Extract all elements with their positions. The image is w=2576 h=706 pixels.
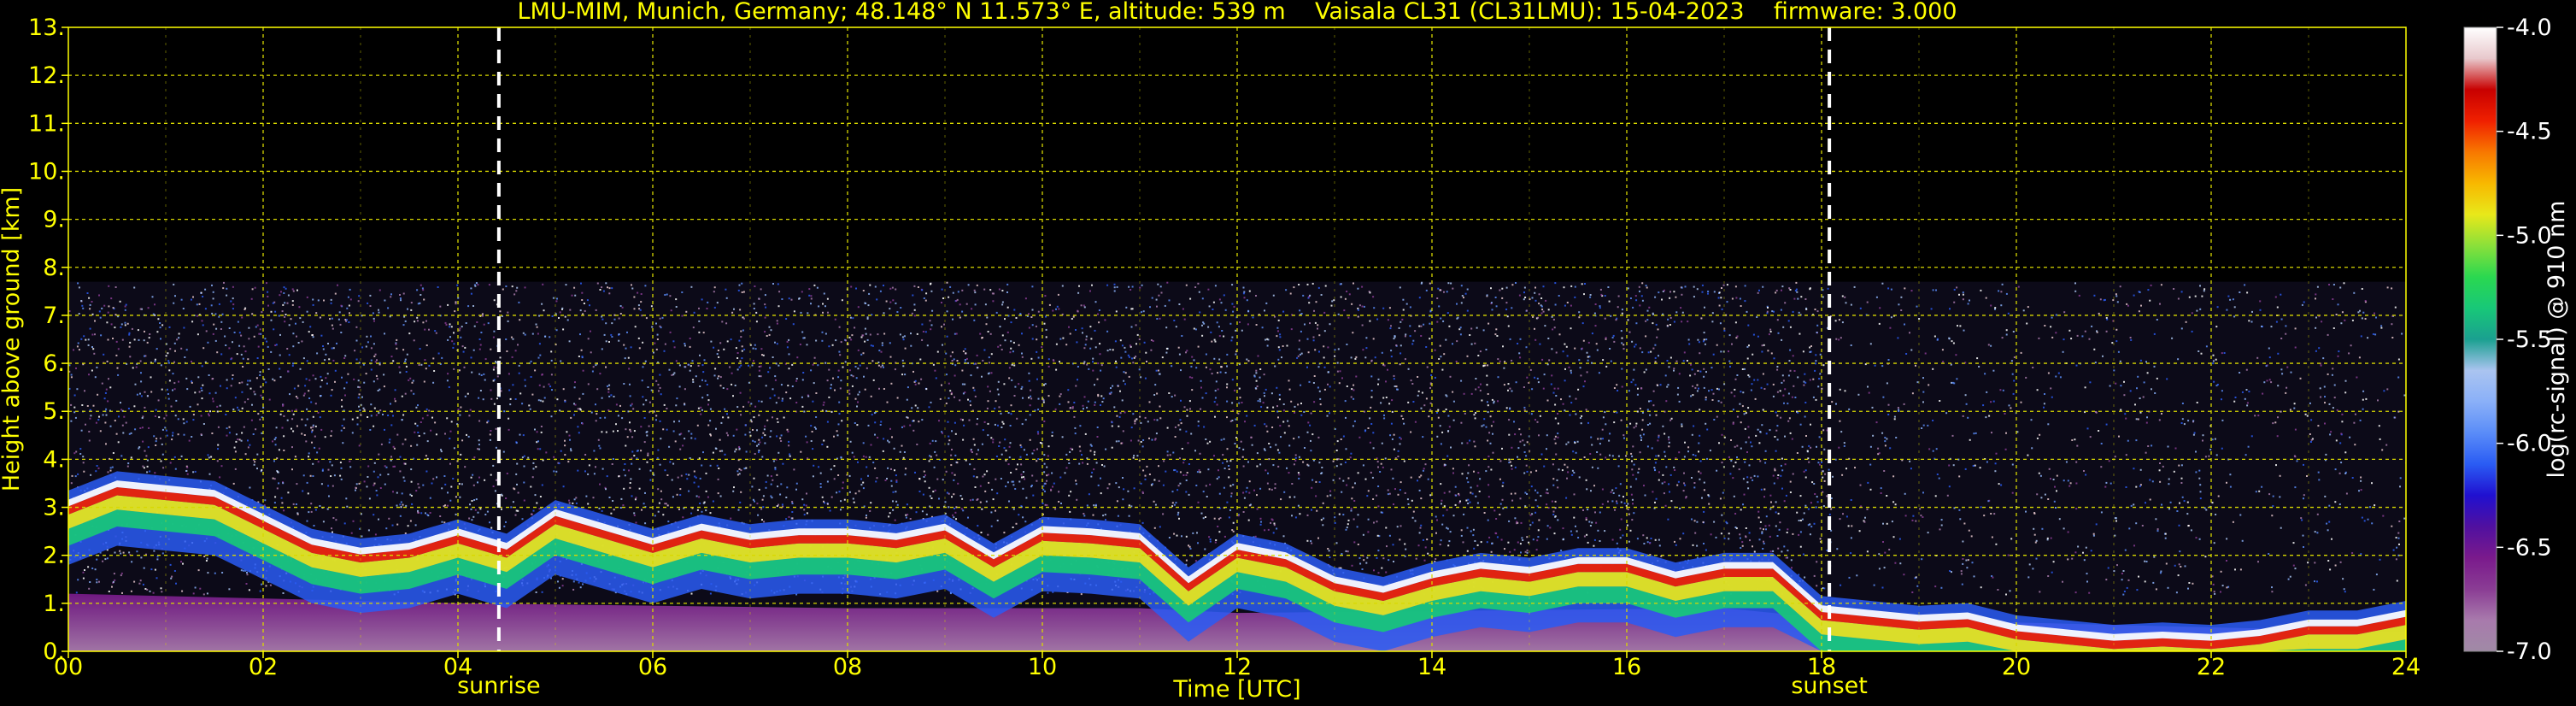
y-tick-label: 0. [43,638,65,665]
ceilometer-chart: sunrise sunset 00 02 04 06 08 10 12 14 16 18 20 22 24… [0,0,2570,703]
colorbar-tick-label: -7.0 [2507,638,2552,665]
x-tick-label: 02 [249,654,278,680]
x-tick-label: 06 [638,654,667,680]
x-tick-label: 16 [1612,654,1641,680]
y-tick-label: 12. [28,62,65,89]
y-tick-label: 13. [28,15,65,41]
y-tick-label: 1. [43,591,65,617]
x-tick-label: 08 [833,654,862,680]
y-tick-label: 4. [43,446,65,473]
x-tick-label: 20 [2002,654,2031,680]
colorbar: -4.0-4.5-5.0-5.5-6.0-6.5-7.0 log(rc-sign… [2463,15,2570,665]
y-axis-ticks: 0. 1. 2. 3. 4. 5. 6. 7. 8. 9. 10. 11. 12. 13. [28,15,68,665]
y-tick-label: 8. [43,255,65,281]
y-tick-label: 7. [43,303,65,329]
x-tick-label: 22 [2197,654,2226,680]
x-tick-label: 24 [2391,654,2421,680]
y-axis-label: Height above ground [km] [0,187,25,491]
y-tick-label: 10. [28,158,65,185]
x-tick-label: 10 [1028,654,1057,680]
colorbar-tick-label: -4.0 [2507,15,2552,41]
y-tick-label: 11. [28,110,65,137]
chart-title: LMU-MIM, Munich, Germany; 48.148° N 11.5… [517,0,1957,25]
colorbar-tick-label: -4.5 [2507,119,2552,145]
y-tick-label: 3. [43,495,65,521]
x-tick-label: 04 [443,654,472,680]
x-tick-label: 18 [1807,654,1836,680]
y-tick-label: 6. [43,350,65,377]
y-tick-label: 2. [43,543,65,569]
x-tick-label: 14 [1417,654,1446,680]
colorbar-tick-label: -6.5 [2507,534,2552,561]
colorbar-label: log(rc-signal) @ 910 nm [2544,201,2570,479]
colorbar-gradient [2463,26,2497,652]
x-axis-label: Time [UTC] [1172,676,1300,703]
y-tick-label: 9. [43,207,65,233]
y-tick-label: 5. [43,398,65,425]
backscatter-image [68,281,2406,651]
